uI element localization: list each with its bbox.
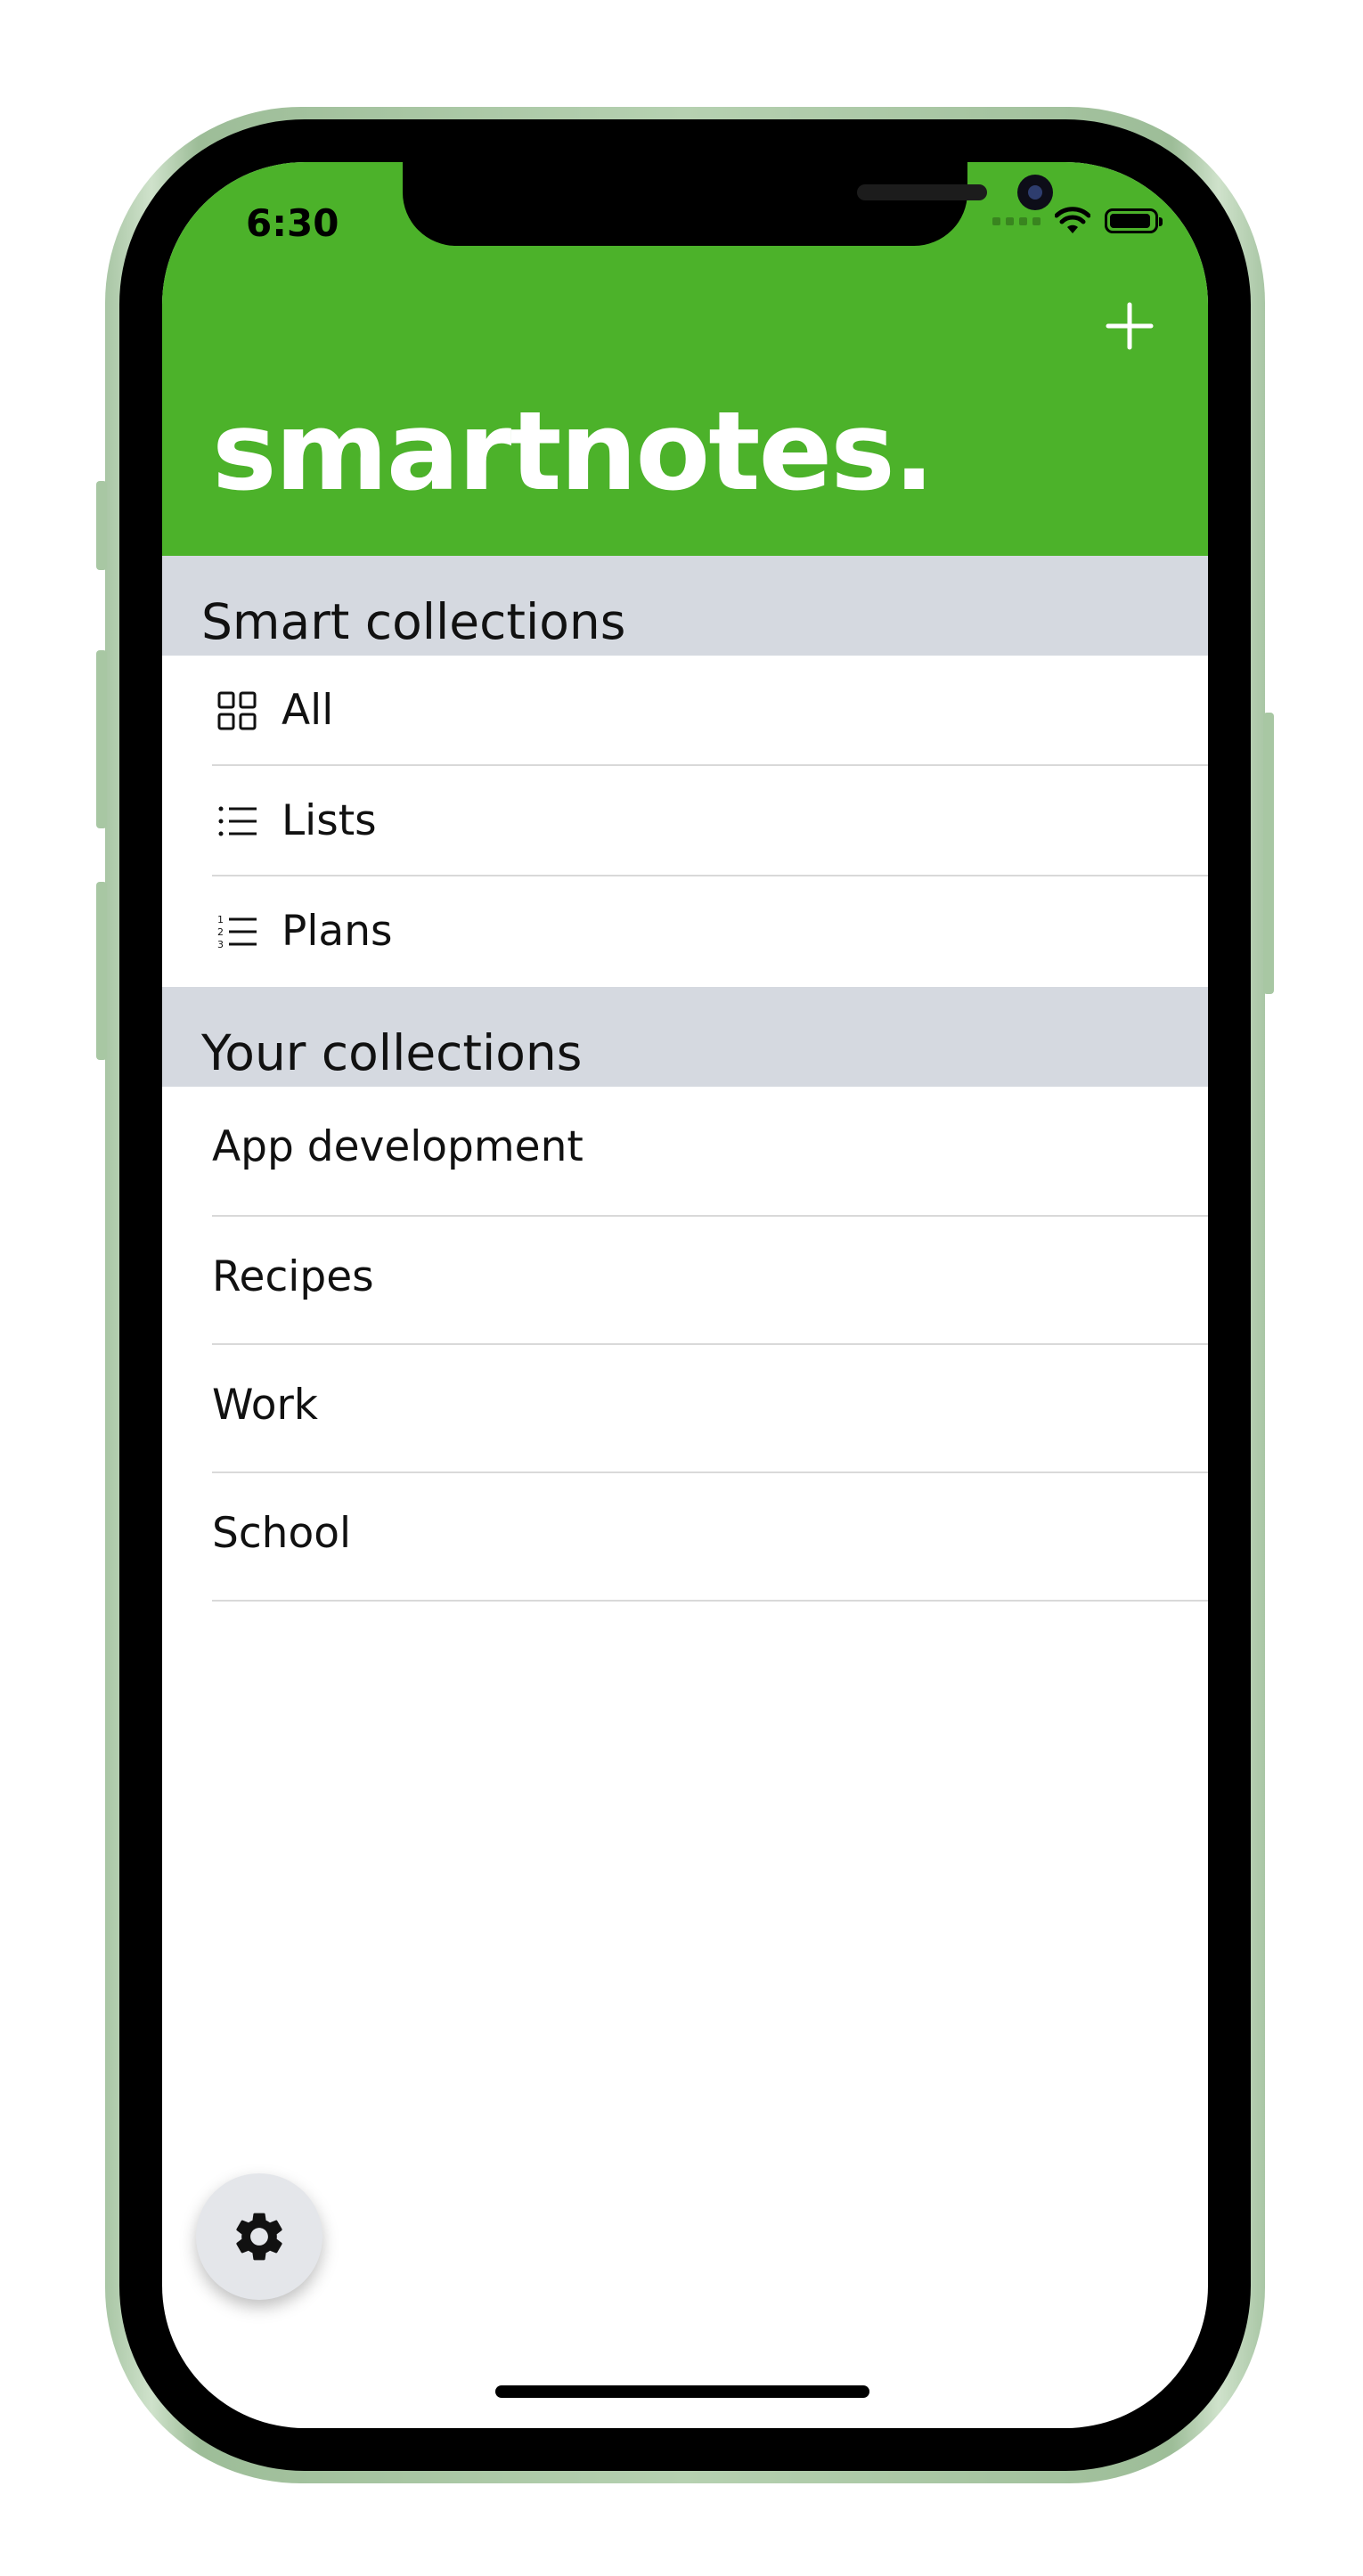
gear-icon bbox=[236, 2213, 282, 2261]
wifi-icon bbox=[1055, 207, 1090, 233]
collection-label: App development bbox=[212, 1122, 584, 1171]
smart-item-lists[interactable]: Lists bbox=[162, 766, 1208, 876]
smart-item-label: Plans bbox=[282, 907, 393, 956]
smart-item-plans[interactable]: 1 2 3 Plans bbox=[162, 876, 1208, 986]
collection-item[interactable]: App development bbox=[162, 1087, 1208, 1215]
status-icons bbox=[992, 201, 1163, 240]
power-button bbox=[1263, 713, 1274, 994]
home-indicator[interactable] bbox=[495, 2385, 869, 2398]
front-camera bbox=[1017, 175, 1053, 210]
silent-switch bbox=[96, 481, 107, 570]
settings-button[interactable] bbox=[196, 2173, 322, 2300]
collection-label: School bbox=[212, 1509, 352, 1558]
notch bbox=[403, 162, 1053, 246]
row-divider bbox=[212, 1600, 1208, 1602]
speaker-grille bbox=[857, 184, 987, 200]
svg-text:3: 3 bbox=[217, 939, 224, 950]
grid-icon bbox=[217, 691, 257, 730]
your-collections-title: Your collections bbox=[201, 1024, 583, 1081]
smart-item-all[interactable]: All bbox=[162, 656, 1208, 765]
smart-item-label: All bbox=[282, 686, 334, 735]
collection-item[interactable]: School bbox=[162, 1473, 1208, 1602]
add-collection-button[interactable] bbox=[1101, 298, 1158, 355]
battery-icon bbox=[1105, 208, 1163, 233]
collection-item[interactable]: Work bbox=[162, 1345, 1208, 1473]
svg-text:1: 1 bbox=[217, 914, 224, 925]
plus-icon bbox=[1106, 302, 1154, 350]
collection-label: Work bbox=[212, 1381, 319, 1430]
collection-item[interactable]: Recipes bbox=[162, 1217, 1208, 1345]
app-logo-title: smartnotes. bbox=[212, 388, 935, 515]
svg-text:2: 2 bbox=[217, 926, 224, 938]
smart-collections-header: Smart collections bbox=[162, 556, 1208, 656]
status-time: 6:30 bbox=[246, 201, 339, 245]
smart-item-label: Lists bbox=[282, 796, 377, 845]
app-screen: 6:30 smartnotes. Smart collections All L… bbox=[162, 162, 1208, 2428]
list-icon bbox=[218, 806, 257, 836]
volume-down-button bbox=[96, 882, 107, 1060]
cellular-icon bbox=[992, 216, 1041, 225]
volume-up-button bbox=[96, 650, 107, 828]
smart-collections-title: Smart collections bbox=[201, 593, 626, 650]
collection-label: Recipes bbox=[212, 1252, 374, 1301]
your-collections-header: Your collections bbox=[162, 987, 1208, 1087]
numbered-list-icon: 1 2 3 bbox=[217, 914, 257, 950]
